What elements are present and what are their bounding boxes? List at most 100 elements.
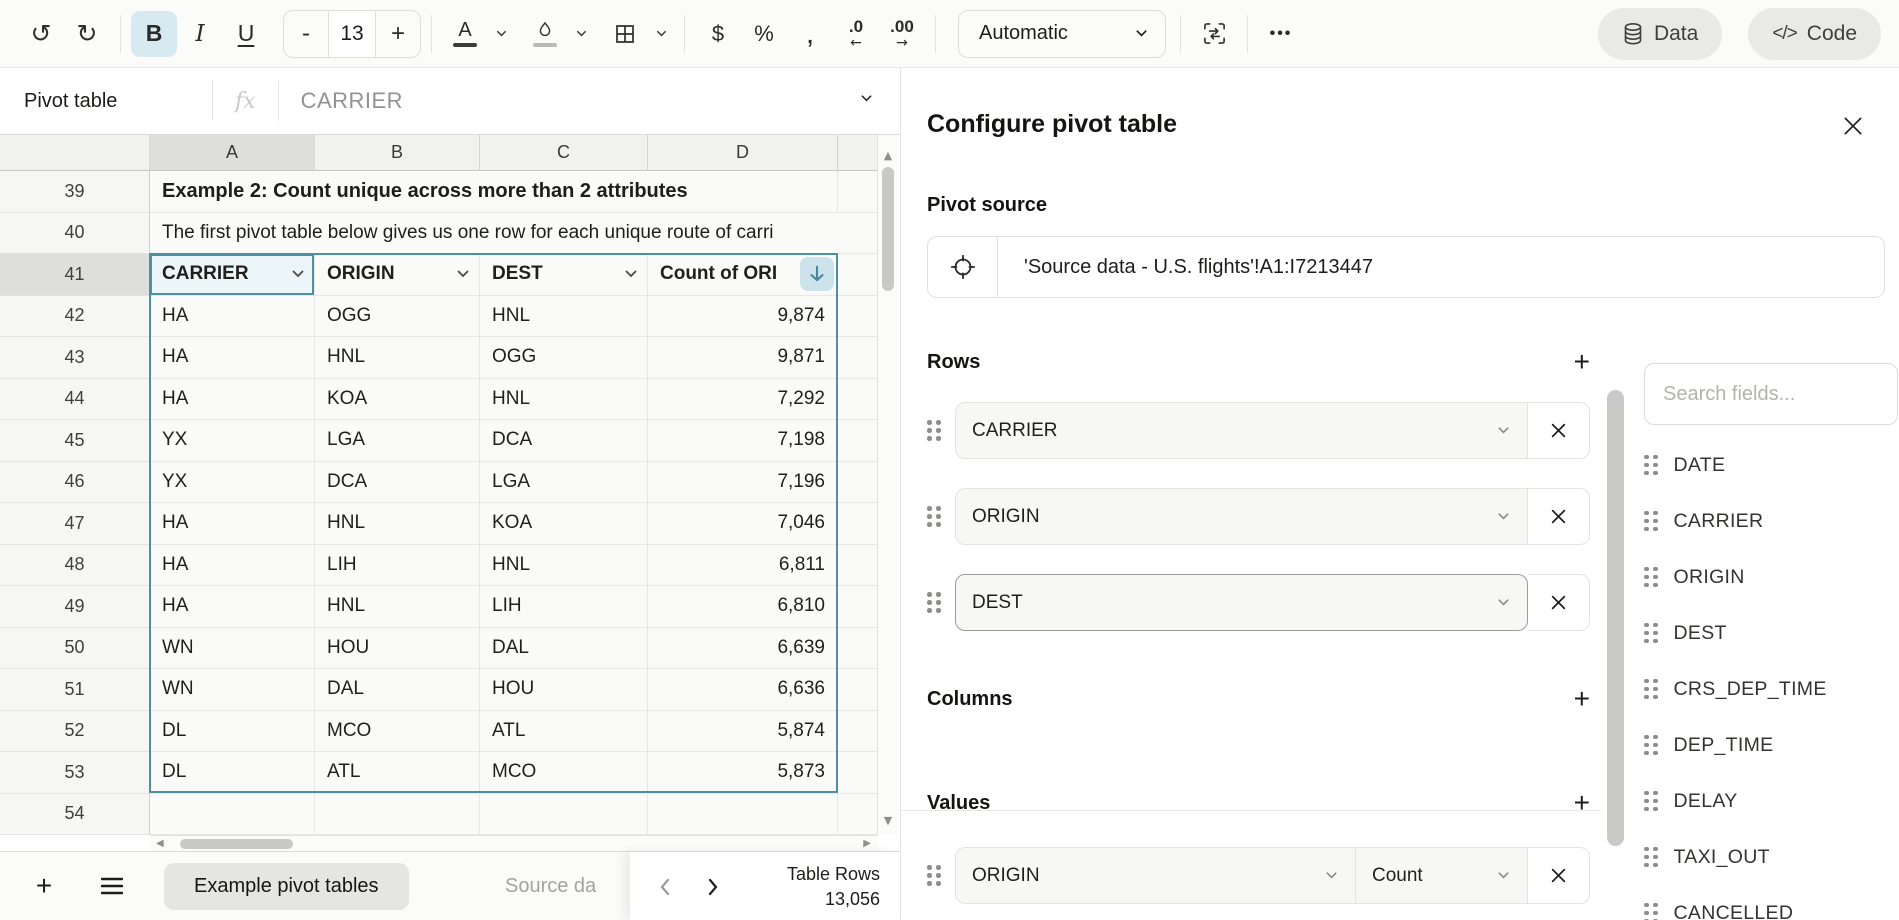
row-header-51[interactable]: 51 xyxy=(0,669,150,711)
scroll-right-icon[interactable]: ▶ xyxy=(863,838,871,849)
grid-cell[interactable]: HA xyxy=(150,503,315,545)
grid-cell[interactable]: 6,639 xyxy=(648,628,838,670)
field-select[interactable]: DEST xyxy=(955,574,1528,631)
grid-cell[interactable]: YX xyxy=(150,420,315,462)
fill-color-button[interactable] xyxy=(522,11,568,57)
grid-cell[interactable]: HA xyxy=(150,379,315,421)
sort-descending-icon[interactable] xyxy=(800,257,834,291)
drag-handle-icon[interactable] xyxy=(1644,455,1658,476)
field-select[interactable]: CARRIER xyxy=(955,402,1528,459)
grid-cell[interactable]: LIH xyxy=(315,545,480,587)
sheet-tab-source-data[interactable]: Source da xyxy=(505,875,596,898)
grid-cell[interactable]: WN xyxy=(150,669,315,711)
grid-cell[interactable]: DEST xyxy=(480,254,648,296)
grid-cell[interactable]: DCA xyxy=(315,462,480,504)
italic-button[interactable]: I xyxy=(177,11,223,57)
grid-cell[interactable]: 6,810 xyxy=(648,586,838,628)
field-list-item-delay[interactable]: DELAY xyxy=(1644,781,1898,821)
data-view-button[interactable]: Data xyxy=(1598,8,1722,60)
grid-cell[interactable]: 7,292 xyxy=(648,379,838,421)
grid-cell[interactable]: MCO xyxy=(315,711,480,753)
grid-cell[interactable]: OGG xyxy=(315,296,480,338)
grid-cell[interactable] xyxy=(838,586,877,628)
column-header-b[interactable]: B xyxy=(315,135,480,171)
grid-cell[interactable]: HOU xyxy=(480,669,648,711)
horizontal-scrollbar[interactable]: ◀ ▶ xyxy=(150,835,877,851)
grid-cell[interactable] xyxy=(838,503,877,545)
cell-overflow-text[interactable]: The first pivot table below gives us one… xyxy=(150,213,877,255)
row-header-42[interactable]: 42 xyxy=(0,296,150,338)
drag-handle-icon[interactable] xyxy=(1644,735,1658,756)
grid-cell[interactable]: CARRIER xyxy=(150,254,315,296)
scroll-left-icon[interactable]: ◀ xyxy=(156,838,164,849)
vertical-scrollbar[interactable]: ▲ ▼ xyxy=(877,135,898,835)
grid-cell[interactable] xyxy=(838,171,877,213)
grid-cell[interactable]: LGA xyxy=(315,420,480,462)
value-field-select[interactable]: ORIGIN xyxy=(955,847,1356,904)
grid-cell[interactable]: 7,046 xyxy=(648,503,838,545)
grid-cell[interactable]: DAL xyxy=(315,669,480,711)
panel-scrollbar-thumb[interactable] xyxy=(1607,390,1624,846)
grid-cell[interactable]: HNL xyxy=(480,545,648,587)
grid-cell[interactable] xyxy=(315,794,480,836)
remove-field-button[interactable] xyxy=(1528,402,1590,459)
row-header-39[interactable]: 39 xyxy=(0,171,150,213)
grid-cell[interactable]: HNL xyxy=(480,379,648,421)
underline-button[interactable]: U xyxy=(223,11,269,57)
grid-cell[interactable]: ORIGIN xyxy=(315,254,480,296)
row-header-54[interactable]: 54 xyxy=(0,794,150,836)
row-header-40[interactable]: 40 xyxy=(0,213,150,255)
row-header-44[interactable]: 44 xyxy=(0,379,150,421)
remove-field-button[interactable] xyxy=(1528,574,1590,631)
number-format-select[interactable]: Automatic xyxy=(958,10,1166,58)
grid-cell[interactable]: MCO xyxy=(480,752,648,794)
grid-cell[interactable]: DL xyxy=(150,711,315,753)
borders-button[interactable] xyxy=(602,11,648,57)
row-header-43[interactable]: 43 xyxy=(0,337,150,379)
font-size-value[interactable]: 13 xyxy=(328,11,376,57)
field-list-item-date[interactable]: DATE xyxy=(1644,445,1898,485)
value-agg-select[interactable]: Count xyxy=(1356,847,1528,904)
field-list-item-cancelled[interactable]: CANCELLED xyxy=(1644,893,1898,920)
grid-cell[interactable]: ATL xyxy=(315,752,480,794)
remove-field-button[interactable] xyxy=(1528,488,1590,545)
convert-selection-button[interactable] xyxy=(1191,11,1237,57)
grid-cell[interactable]: HNL xyxy=(480,296,648,338)
grid-cell[interactable]: HA xyxy=(150,296,315,338)
font-size-increase-button[interactable]: + xyxy=(376,11,420,57)
grid-cell[interactable] xyxy=(480,794,648,836)
redo-button[interactable]: ↻ xyxy=(64,11,110,57)
grid-cell[interactable] xyxy=(838,420,877,462)
grid-cell[interactable]: HOU xyxy=(315,628,480,670)
font-size-decrease-button[interactable]: - xyxy=(284,11,328,57)
cell-name-box[interactable]: Pivot table xyxy=(0,90,212,113)
field-list-item-taxi_out[interactable]: TAXI_OUT xyxy=(1644,837,1898,877)
field-select[interactable]: ORIGIN xyxy=(955,488,1528,545)
increase-decimal-button[interactable]: .00→ xyxy=(879,11,925,57)
more-options-button[interactable]: ••• xyxy=(1258,11,1304,57)
grid-cell[interactable] xyxy=(838,254,877,296)
drag-handle-icon[interactable] xyxy=(1644,679,1658,700)
fill-color-chevron[interactable] xyxy=(568,11,594,57)
grid-cell[interactable]: KOA xyxy=(480,503,648,545)
add-value-field-button[interactable]: + xyxy=(1574,789,1590,817)
grid-cell[interactable]: 5,874 xyxy=(648,711,838,753)
decrease-decimal-button[interactable]: .0← xyxy=(833,11,879,57)
cell-overflow-text[interactable]: Example 2: Count unique across more than… xyxy=(150,171,838,213)
pivot-source-input[interactable]: 'Source data - U.S. flights'!A1:I7213447 xyxy=(927,236,1885,298)
add-row-field-button[interactable]: + xyxy=(1574,348,1590,376)
grid-cell[interactable]: 6,636 xyxy=(648,669,838,711)
row-header-49[interactable]: 49 xyxy=(0,586,150,628)
corner-cell[interactable] xyxy=(0,135,150,171)
horizontal-scroll-thumb[interactable] xyxy=(180,839,293,849)
grid-cell[interactable]: 9,874 xyxy=(648,296,838,338)
formula-input[interactable]: CARRIER xyxy=(279,88,404,114)
grid-cell[interactable]: HA xyxy=(150,545,315,587)
comma-format-button[interactable]: , xyxy=(787,11,833,57)
grid-cell[interactable]: 6,811 xyxy=(648,545,838,587)
remove-field-button[interactable] xyxy=(1528,847,1590,904)
select-range-button[interactable] xyxy=(928,237,998,297)
grid-cell[interactable]: LIH xyxy=(480,586,648,628)
grid-cell[interactable]: DL xyxy=(150,752,315,794)
grid-cell[interactable] xyxy=(838,545,877,587)
